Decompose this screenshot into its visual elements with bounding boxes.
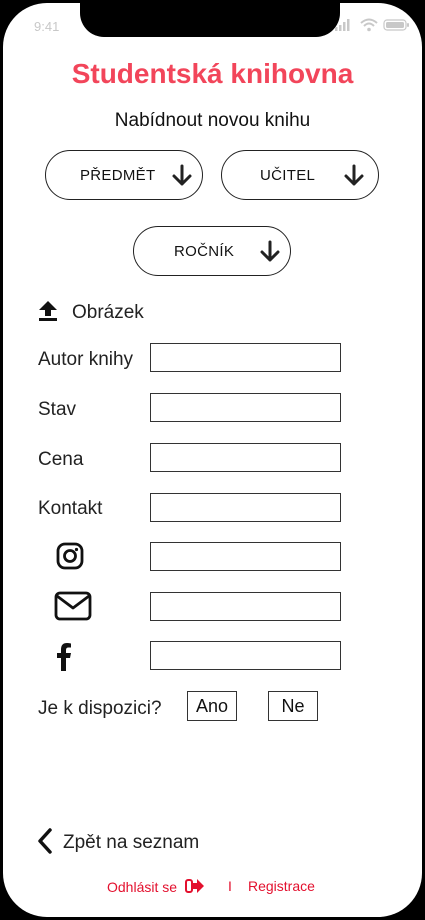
battery-icon [383, 19, 409, 31]
facebook-input[interactable] [150, 641, 341, 670]
available-no-button[interactable]: Ne [268, 691, 318, 721]
subject-filter-label: PŘEDMĚT [80, 167, 156, 184]
instagram-icon [56, 542, 84, 570]
logout-icon [184, 879, 204, 893]
teacher-filter-label: UČITEL [260, 167, 316, 184]
subject-filter-button[interactable]: PŘEDMĚT [45, 150, 203, 200]
year-filter-label: ROČNÍK [174, 243, 235, 260]
phone-frame: 9:41 Studentská knihovna Nabídnout novou… [0, 0, 425, 920]
arrow-down-icon [172, 164, 192, 186]
teacher-filter-button[interactable]: UČITEL [221, 150, 379, 200]
email-input[interactable] [150, 592, 341, 621]
back-to-list-link[interactable]: Zpět na seznam [63, 832, 199, 854]
status-icons [333, 17, 413, 33]
author-label: Autor knihy [38, 349, 134, 370]
arrow-down-icon [260, 240, 280, 262]
wifi-icon [360, 18, 378, 32]
available-yes-button[interactable]: Ano [187, 691, 237, 721]
logout-link[interactable]: Odhlásit se [107, 878, 205, 895]
page-subtitle: Nabídnout novou knihu [114, 110, 311, 131]
register-link[interactable]: Registrace [248, 878, 315, 894]
author-input[interactable] [150, 343, 341, 372]
price-label: Cena [38, 449, 84, 470]
footer-separator: I [228, 878, 232, 894]
status-time: 9:41 [34, 19, 60, 34]
app-title: Studentská knihovna [71, 58, 354, 89]
mail-icon [54, 591, 92, 621]
contact-label: Kontakt [38, 498, 103, 519]
condition-input[interactable] [150, 393, 341, 422]
logout-label: Odhlásit se [107, 879, 178, 895]
condition-label: Stav [38, 399, 77, 420]
device-notch [80, 3, 340, 37]
upload-image-label[interactable]: Obrázek [72, 302, 144, 324]
app-screen: 9:41 Studentská knihovna Nabídnout novou… [3, 3, 422, 917]
facebook-icon [57, 643, 71, 671]
signal-icon [335, 19, 350, 31]
instagram-input[interactable] [150, 542, 341, 571]
arrow-down-icon [344, 164, 364, 186]
contact-input[interactable] [150, 493, 341, 522]
availability-label: Je k dispozici? [38, 698, 162, 719]
price-input[interactable] [150, 443, 341, 472]
chevron-left-icon[interactable] [37, 828, 53, 854]
upload-icon[interactable] [36, 299, 60, 323]
year-filter-button[interactable]: ROČNÍK [133, 226, 291, 276]
